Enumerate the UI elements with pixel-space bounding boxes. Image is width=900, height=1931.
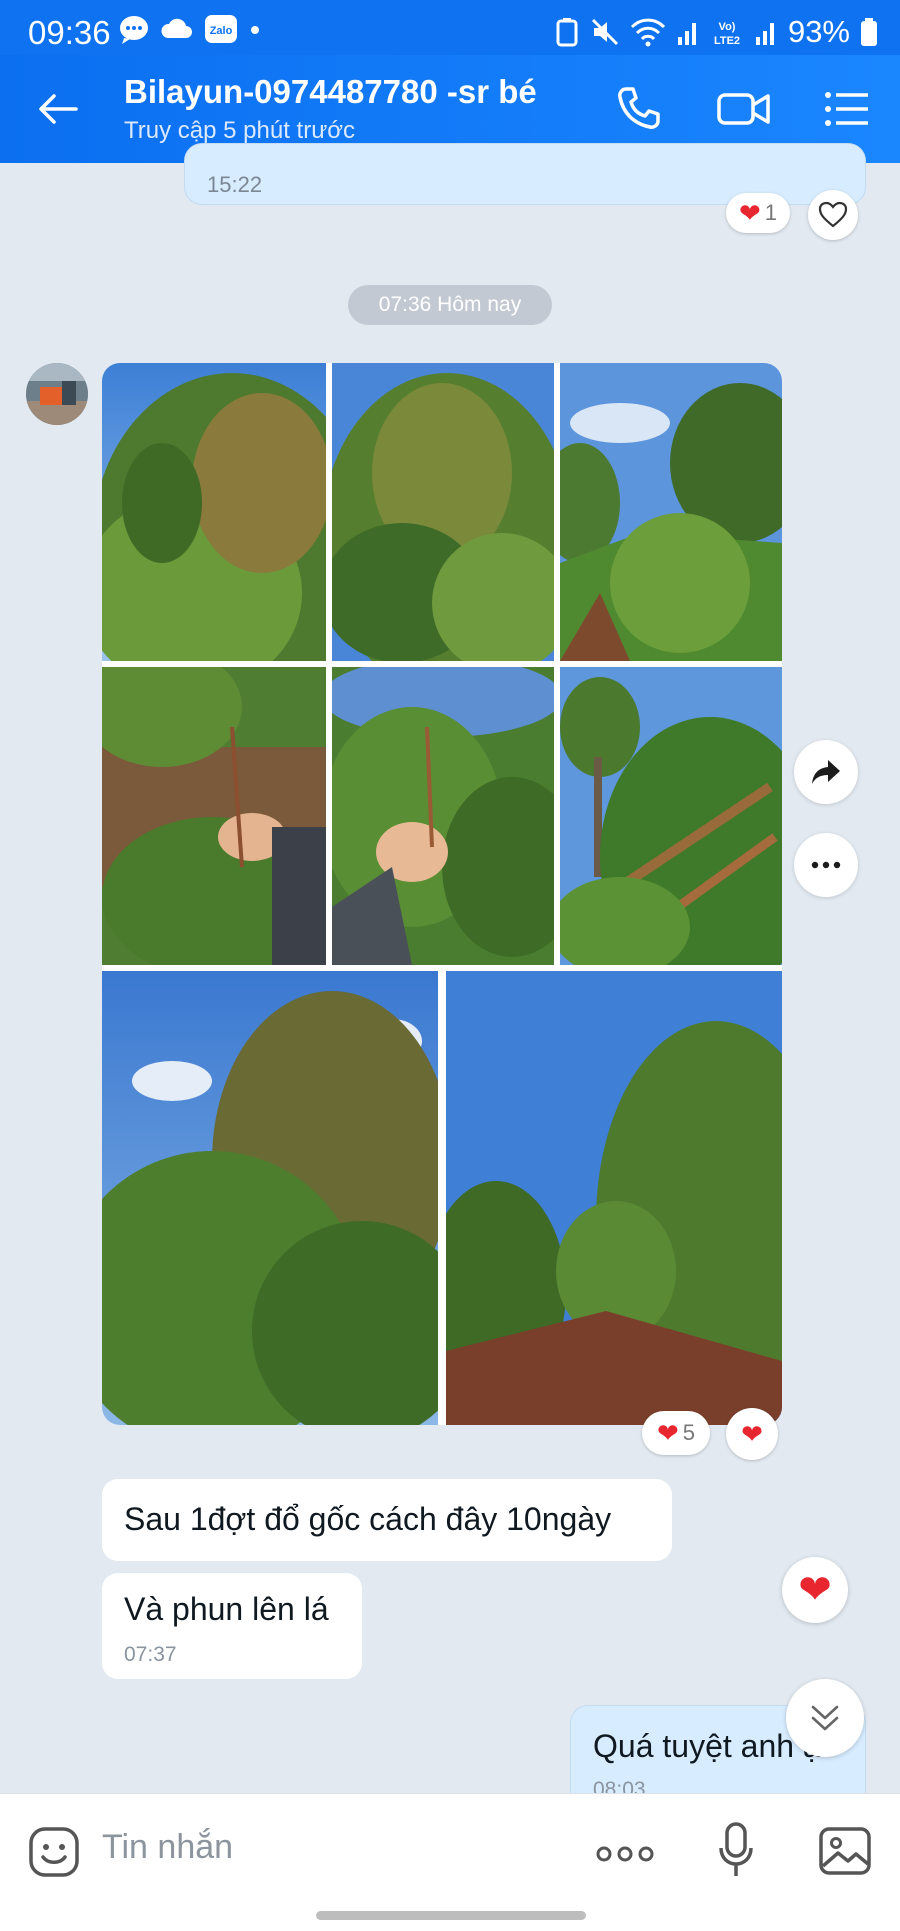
- gallery-reaction-summary[interactable]: ❤ 5: [642, 1411, 710, 1455]
- durian-orchard-row-photo: [446, 971, 782, 1425]
- zalo-icon: Zalo: [205, 15, 237, 43]
- contact-name[interactable]: Bilayun-0974487780 -sr bé: [124, 73, 537, 111]
- message-text: Quá tuyệt anh ạ: [593, 1728, 821, 1764]
- heart-outline-icon: [818, 201, 848, 228]
- menu-list-icon[interactable]: [822, 83, 872, 135]
- video-call-icon[interactable]: [716, 83, 772, 135]
- durian-tree-photo: [102, 971, 438, 1425]
- system-icons: Vo) LTE2 93%: [554, 14, 878, 50]
- message-icon: [120, 16, 148, 44]
- react-button[interactable]: ❤: [726, 1408, 778, 1460]
- cloud-icon: [161, 18, 192, 38]
- phone-call-icon[interactable]: [612, 83, 664, 135]
- volte-icon: Vo) LTE2: [714, 21, 740, 47]
- photo-8[interactable]: [446, 971, 782, 1425]
- durian-leaves-closeup-photo: [560, 667, 782, 965]
- svg-text:LTE2: LTE2: [714, 35, 740, 47]
- chat-area[interactable]: 15:22 ❤ 1 07:36 Hôm nay ❤ 5 ❤ Sau 1đợt đ…: [0, 143, 900, 1807]
- message-input[interactable]: Tin nhắn: [102, 1828, 233, 1867]
- back-arrow-icon[interactable]: [36, 87, 80, 131]
- quick-heart-button[interactable]: ❤: [782, 1557, 848, 1623]
- forward-button[interactable]: [794, 740, 858, 804]
- message-text: Và phun lên lá: [124, 1591, 329, 1627]
- last-seen-status: Truy cập 5 phút trước: [124, 117, 355, 144]
- mute-icon: [591, 18, 619, 46]
- scroll-to-bottom-button[interactable]: [786, 1679, 864, 1757]
- message-time: 07:37: [124, 1643, 177, 1666]
- message-bubble[interactable]: Và phun lên lá 07:37: [102, 1573, 362, 1679]
- image-gallery-icon[interactable]: [818, 1826, 872, 1876]
- reaction-count: 1: [764, 200, 778, 225]
- battery-saver-icon: [556, 18, 578, 47]
- heart-icon: ❤: [738, 198, 761, 228]
- heart-icon: ❤: [798, 1568, 832, 1612]
- heart-icon: ❤: [656, 1418, 679, 1448]
- message-time: 15:22: [207, 172, 263, 197]
- photo-1[interactable]: [102, 363, 326, 661]
- status-time: 09:36: [28, 14, 111, 51]
- more-dots-icon: [811, 861, 841, 869]
- photo-3[interactable]: [560, 363, 782, 661]
- microphone-icon[interactable]: [718, 1822, 754, 1878]
- more-options-button[interactable]: [794, 833, 858, 897]
- notification-icons: Zalo: [118, 14, 262, 44]
- date-divider: 07:36 Hôm nay: [348, 285, 552, 325]
- home-indicator[interactable]: [316, 1911, 586, 1920]
- more-dots-icon[interactable]: [596, 1844, 654, 1864]
- battery-icon: [861, 18, 877, 46]
- photo-gallery[interactable]: [102, 363, 782, 1425]
- wifi-icon: [630, 18, 666, 47]
- avatar[interactable]: [26, 363, 88, 425]
- battery-percent: 93%: [787, 14, 850, 49]
- reaction-count: 5: [682, 1420, 696, 1445]
- emoji-sticker-icon[interactable]: [28, 1826, 80, 1878]
- heart-icon: ❤: [741, 1419, 763, 1449]
- photo-6[interactable]: [560, 667, 782, 965]
- dot-icon: [251, 26, 259, 34]
- message-bubble[interactable]: Sau 1đợt đổ gốc cách đây 10ngày: [102, 1479, 672, 1561]
- share-arrow-icon: [812, 760, 840, 784]
- photo-5[interactable]: [332, 667, 554, 965]
- double-chevron-down-icon: [811, 1705, 839, 1731]
- photo-2[interactable]: [332, 363, 554, 661]
- svg-text:Zalo: Zalo: [210, 25, 233, 37]
- photo-4[interactable]: [102, 667, 326, 965]
- photo-7[interactable]: [102, 971, 438, 1425]
- hand-holding-leaves-photo: [332, 667, 554, 965]
- react-button[interactable]: [808, 190, 858, 240]
- message-text: Sau 1đợt đổ gốc cách đây 10ngày: [124, 1501, 612, 1537]
- avatar-photo: [26, 363, 88, 425]
- svg-text:Vo): Vo): [719, 21, 736, 33]
- signal-icon: [677, 23, 696, 45]
- signal-icon-2: [755, 23, 774, 45]
- hand-holding-leaves-photo: [102, 667, 326, 965]
- durian-tree-photo: [332, 363, 554, 661]
- reaction-summary[interactable]: ❤ 1: [726, 193, 790, 233]
- durian-tree-photo: [102, 363, 326, 661]
- durian-orchard-photo: [560, 363, 782, 661]
